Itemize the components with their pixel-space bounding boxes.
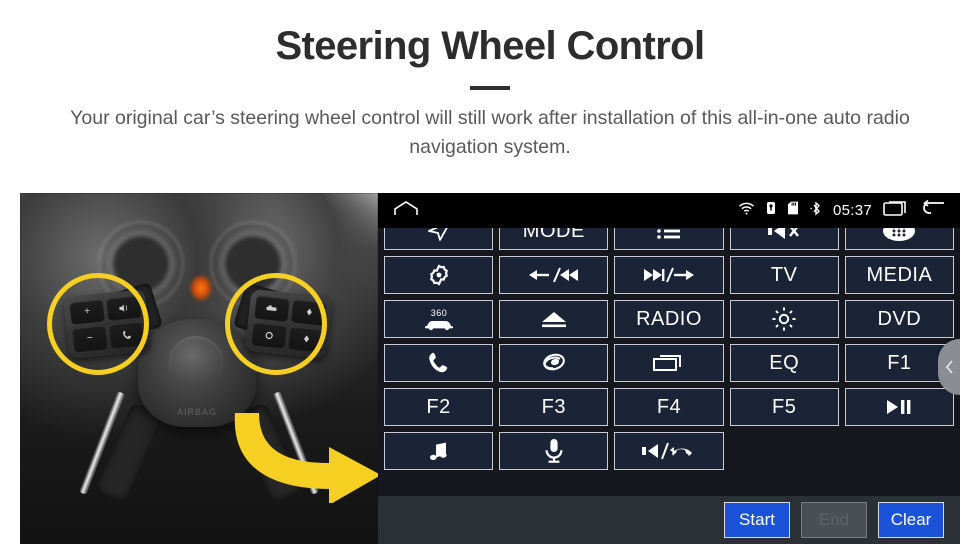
- swc-button-label: F4: [656, 395, 682, 418]
- wifi-icon: [738, 202, 755, 220]
- end-button[interactable]: End: [801, 502, 867, 538]
- airbag-emblem: [169, 336, 223, 388]
- swc-button-dvd[interactable]: DVD: [844, 300, 954, 338]
- status-bar: 05:37: [378, 193, 960, 228]
- back-arrow-icon[interactable]: [920, 199, 946, 222]
- prev-track-icon: [526, 265, 582, 285]
- swc-button-navigation[interactable]: [384, 228, 494, 250]
- page-title: Steering Wheel Control: [275, 24, 705, 68]
- end-button-label: End: [818, 510, 850, 529]
- swc-button-label: F5: [772, 395, 797, 418]
- svg-text:360: 360: [430, 308, 447, 318]
- swc-button-f2[interactable]: F2: [384, 388, 494, 426]
- swc-button-f3[interactable]: F3: [499, 388, 609, 426]
- swc-button-apps[interactable]: [844, 228, 954, 250]
- swc-button-label: DVD: [877, 307, 922, 330]
- brightness-sun-icon: [771, 306, 797, 332]
- swc-button-label: MODE: [522, 228, 585, 242]
- swc-button-settings[interactable]: [384, 256, 494, 294]
- swc-button-tv[interactable]: TV: [729, 256, 839, 294]
- clear-button[interactable]: Clear: [878, 502, 944, 538]
- steering-wheel-photo: AIRBAG + −: [20, 193, 378, 544]
- pointer-arrow-icon: [225, 393, 378, 505]
- swc-button-list[interactable]: [614, 228, 724, 250]
- music-note-icon: [427, 439, 451, 463]
- page-root: Steering Wheel Control Your original car…: [0, 0, 980, 544]
- swc-button-label: RADIO: [636, 307, 702, 330]
- sd-card-icon: [787, 201, 799, 220]
- gear-dot-icon: [427, 263, 451, 287]
- navigation-arrow-icon: [426, 228, 452, 242]
- swc-button-camera-360[interactable]: 360: [384, 300, 494, 338]
- status-bar-clock: 05:37: [832, 202, 872, 219]
- head-unit-screen: 05:37 MODE TV MEDIA 360 RADIO DVD EQ F1 …: [378, 193, 960, 544]
- swc-button-label: F2: [426, 395, 451, 418]
- start-button-label: Start: [739, 510, 775, 529]
- highlight-ring-right: [225, 273, 327, 375]
- swc-button-next[interactable]: [614, 256, 724, 294]
- clear-button-label: Clear: [890, 510, 932, 529]
- swc-button-voice[interactable]: [499, 432, 609, 470]
- warning-light-icon: [190, 275, 212, 301]
- swc-button-mute[interactable]: [729, 228, 839, 250]
- swc-button-volume-hangup[interactable]: [614, 432, 724, 470]
- status-bar-left: [392, 199, 420, 222]
- car-360-icon: 360: [422, 306, 456, 332]
- eject-icon: [539, 309, 569, 329]
- usb-lock-icon: [766, 201, 776, 220]
- swc-button-brightness[interactable]: [729, 300, 839, 338]
- next-track-icon: [641, 265, 697, 285]
- swc-button-label: F3: [541, 395, 566, 418]
- swc-button-window[interactable]: [614, 344, 724, 382]
- swc-button-label: EQ: [769, 351, 800, 374]
- swirl-icon: [539, 351, 569, 375]
- content-area: AIRBAG + − 05:37 MODE TV MEDIA 360 RADIO…: [0, 193, 980, 544]
- bluetooth-icon: [810, 200, 822, 221]
- window-stack-icon: [652, 353, 686, 373]
- volume-hangup-icon: [641, 440, 697, 462]
- swc-button-label: TV: [770, 263, 798, 286]
- swc-button-eject[interactable]: [499, 300, 609, 338]
- swc-button-label: F1: [887, 351, 912, 374]
- status-bar-right: 05:37: [738, 199, 946, 222]
- swc-button-play-pause[interactable]: [844, 388, 954, 426]
- mute-icon: [767, 228, 801, 241]
- highlight-ring-left: [47, 273, 149, 375]
- swc-button-music[interactable]: [384, 432, 494, 470]
- page-subtitle: Your original car’s steering wheel contr…: [70, 107, 910, 159]
- swc-button-media[interactable]: MEDIA: [844, 256, 954, 294]
- swc-button-empty-1: [730, 432, 839, 470]
- phone-icon: [426, 350, 452, 376]
- swc-button-swirl[interactable]: [499, 344, 609, 382]
- recent-apps-icon[interactable]: [883, 199, 909, 222]
- home-icon[interactable]: [392, 199, 420, 222]
- title-divider: [470, 86, 510, 90]
- swc-button-mode[interactable]: MODE: [499, 228, 609, 250]
- swc-button-f4[interactable]: F4: [614, 388, 724, 426]
- photo-scene: AIRBAG + −: [20, 193, 378, 544]
- swc-button-eq[interactable]: EQ: [729, 344, 839, 382]
- apps-grid-icon: [882, 228, 916, 242]
- swc-button-empty-2: [845, 432, 954, 470]
- swc-button-phone[interactable]: [384, 344, 494, 382]
- swc-button-previous[interactable]: [499, 256, 609, 294]
- swc-button-label: MEDIA: [866, 263, 933, 286]
- list-icon: [656, 228, 682, 240]
- swc-button-grid: MODE TV MEDIA 360 RADIO DVD EQ F1 F2 F3 …: [384, 228, 954, 470]
- microphone-icon: [543, 438, 565, 464]
- start-button[interactable]: Start: [724, 502, 790, 538]
- play-pause-icon: [884, 397, 914, 417]
- action-bar: Start End Clear: [378, 496, 960, 544]
- swc-button-radio[interactable]: RADIO: [614, 300, 724, 338]
- swc-button-f5[interactable]: F5: [729, 388, 839, 426]
- swc-button-grid-wrapper: MODE TV MEDIA 360 RADIO DVD EQ F1 F2 F3 …: [378, 228, 960, 496]
- page-header: Steering Wheel Control Your original car…: [0, 0, 980, 163]
